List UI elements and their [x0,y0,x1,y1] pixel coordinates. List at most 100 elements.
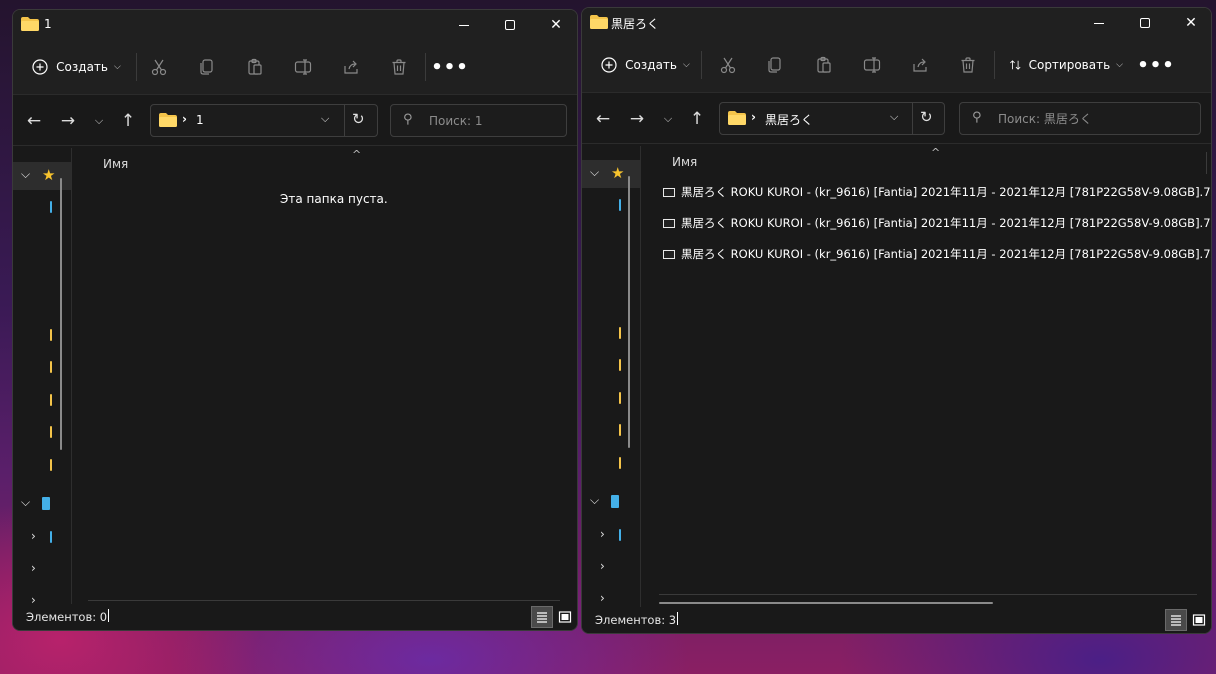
forward-button[interactable]: → [624,106,650,132]
sort-button[interactable]: Сортировать ⌵ [1009,50,1123,80]
chevron-down-icon[interactable]: ⌵ [590,493,599,508]
up-button[interactable]: ↑ [684,106,710,132]
breadcrumb-current[interactable]: 黒居ろく [765,111,813,128]
details-view-button[interactable] [1165,609,1187,631]
search-box[interactable]: ⚲ [959,102,1201,135]
rename-button[interactable] [290,52,316,82]
large-icons-view-button[interactable] [554,606,576,628]
nav-item-desktop[interactable] [619,199,621,211]
column-header-name[interactable]: Имя [672,155,697,169]
paste-button[interactable] [242,52,268,82]
recent-locations-button[interactable]: ⌵ [86,108,112,134]
back-button[interactable]: ← [21,108,47,134]
nav-item-quick-access[interactable]: ⌵ ★ [582,160,640,188]
chevron-right-icon[interactable]: › [600,559,605,573]
navigation-pane-scrollbar[interactable] [60,178,62,450]
chevron-down-icon[interactable]: ⌵ [21,495,30,510]
chevron-right-icon[interactable]: › [31,529,36,543]
column-header-name[interactable]: Имя [103,157,128,171]
nav-item-desktop[interactable] [50,201,52,213]
nav-item-drive[interactable]: › [13,524,71,552]
large-icons-view-icon [558,611,572,623]
status-bar: Элементов: 3 [582,607,1211,633]
delete-button[interactable] [386,52,412,82]
refresh-button[interactable]: ↻ [352,110,365,128]
chevron-right-icon[interactable]: › [600,527,605,541]
address-dropdown-button[interactable]: ⌵ [890,110,898,124]
nav-item-folder[interactable] [619,359,621,371]
toolbar-divider [136,53,137,81]
copy-button[interactable] [762,50,788,80]
delete-button[interactable] [955,50,981,80]
nav-item-this-pc[interactable]: ⌵ [582,488,640,516]
refresh-button[interactable]: ↻ [920,108,933,126]
search-box[interactable]: ⚲ [390,104,577,137]
share-button[interactable] [338,52,364,82]
nav-item-folder[interactable] [50,361,52,373]
rename-button[interactable] [859,50,885,80]
close-button[interactable]: ✕ [1168,8,1211,38]
nav-item-this-pc[interactable]: ⌵ [13,490,71,518]
address-bar[interactable]: › 黒居ろく ⌵ ↻ [719,102,945,135]
large-icons-view-button[interactable] [1188,609,1210,631]
scissors-icon [720,57,736,74]
up-button[interactable]: ↑ [115,108,141,134]
search-input[interactable] [998,110,1158,128]
recent-locations-button[interactable]: ⌵ [655,106,681,132]
window-title: 黒居ろく [611,17,660,31]
cut-button[interactable] [715,50,741,80]
title-bar[interactable]: 黒居ろく ✕ [582,8,1211,38]
maximize-button[interactable] [1122,8,1168,38]
chevron-right-icon[interactable]: › [600,591,605,605]
address-bar[interactable]: › 1 ⌵ ↻ [150,104,378,137]
breadcrumb-chevron-icon[interactable]: › [751,110,756,124]
breadcrumb-current[interactable]: 1 [196,113,204,127]
nav-item-folder[interactable] [50,426,52,438]
nav-item-folder[interactable] [619,424,621,436]
column-divider[interactable] [1206,152,1207,174]
paste-button[interactable] [811,50,837,80]
share-icon [913,58,927,72]
address-dropdown-button[interactable]: ⌵ [321,112,329,126]
minimize-button[interactable] [1076,8,1122,38]
navigation-pane: ⌵ ★ ⌵ › › › [13,148,71,607]
file-row[interactable]: 黒居ろく ROKU KUROI - (kr_9616) [Fantia] 202… [662,242,1211,266]
back-button[interactable]: ← [590,106,616,132]
nav-item-folder[interactable] [50,329,52,341]
nav-item-folder[interactable] [619,392,621,404]
chevron-right-icon[interactable]: › [31,561,36,575]
arrow-right-icon: → [629,109,645,129]
share-button[interactable] [907,50,933,80]
create-button[interactable]: Создать ⌵ [31,52,121,82]
rename-icon [863,57,881,73]
file-row[interactable]: 黒居ろく ROKU KUROI - (kr_9616) [Fantia] 202… [662,180,1211,204]
more-options-button[interactable]: ••• [431,52,468,82]
nav-item-folder[interactable] [50,394,52,406]
cut-button[interactable] [146,52,172,82]
title-bar[interactable]: 1 ✕ [13,10,577,40]
chevron-down-icon[interactable]: ⌵ [21,167,30,182]
breadcrumb-chevron-icon[interactable]: › [182,112,187,126]
nav-item-drive[interactable]: › [582,522,640,550]
nav-item-drive[interactable]: › [582,554,640,582]
search-input[interactable] [429,112,577,130]
nav-item-folder[interactable] [619,327,621,339]
nav-item-folder[interactable] [619,457,621,469]
minimize-button[interactable] [441,10,487,40]
close-button[interactable]: ✕ [533,10,577,40]
chevron-down-icon[interactable]: ⌵ [590,165,599,180]
details-view-button[interactable] [531,606,553,628]
maximize-button[interactable] [487,10,533,40]
nav-item-folder[interactable] [50,459,52,471]
horizontal-scrollbar[interactable] [659,602,993,604]
more-options-button[interactable]: ••• [1137,50,1174,80]
file-row[interactable]: 黒居ろく ROKU KUROI - (kr_9616) [Fantia] 202… [662,211,1211,235]
search-icon: ⚲ [403,112,413,127]
nav-item-quick-access[interactable]: ⌵ ★ [13,162,71,190]
nav-item-drive[interactable]: › [13,556,71,584]
copy-button[interactable] [194,52,220,82]
create-button[interactable]: Создать ⌵ [600,50,690,80]
forward-button[interactable]: → [55,108,81,134]
status-divider [108,609,109,622]
navigation-pane-scrollbar[interactable] [628,176,630,448]
